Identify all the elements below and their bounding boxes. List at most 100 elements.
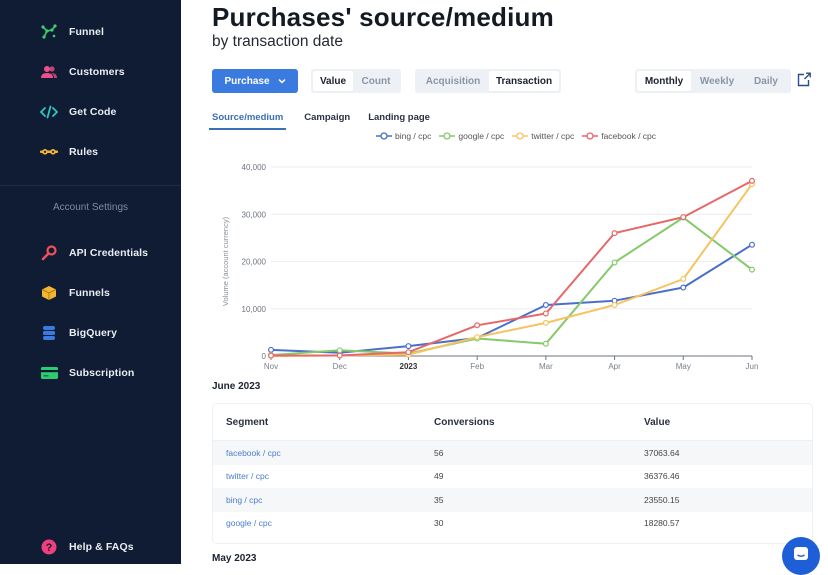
x-tick-label: Mar: [539, 362, 553, 371]
segment-link[interactable]: facebook / cpc: [213, 448, 434, 458]
data-point: [542, 319, 549, 326]
data-point: [611, 259, 618, 266]
x-tick-label: May: [676, 362, 691, 371]
data-point: [474, 334, 481, 341]
code-icon: [38, 102, 60, 122]
sidebar-item-customers[interactable]: Customers: [38, 60, 125, 84]
data-point: [611, 301, 618, 308]
data-point: [405, 349, 412, 356]
series-line-bing: [270, 243, 753, 354]
legend-item[interactable]: facebook / cpc: [582, 131, 656, 141]
date-type-toggle: Acquisition Transaction: [415, 69, 561, 93]
data-point: [336, 352, 343, 359]
segment-link[interactable]: bing / cpc: [213, 495, 434, 505]
sidebar-item-help[interactable]: ? Help & FAQs: [38, 535, 134, 559]
rules-icon: [38, 142, 60, 162]
sidebar-item-api-credentials[interactable]: API Credentials: [38, 241, 148, 265]
box-icon: [38, 283, 60, 303]
data-point: [542, 340, 549, 347]
external-link-icon[interactable]: [797, 72, 813, 88]
segments-table: Segment Conversions Value facebook / cpc…: [212, 403, 813, 544]
series-line-twitter: [270, 183, 753, 357]
svg-text:?: ?: [46, 542, 53, 554]
y-tick-label: 30,000: [242, 210, 267, 219]
tab-campaign[interactable]: Campaign: [304, 112, 350, 130]
table-row: twitter / cpc 49 36376.46: [213, 465, 812, 489]
header-segment: Segment: [226, 416, 269, 428]
header-conversions: Conversions: [434, 416, 495, 428]
conversions-cell: 30: [434, 518, 444, 529]
legend-label: bing / cpc: [395, 131, 432, 141]
period-option-daily[interactable]: Daily: [743, 71, 789, 91]
chart-legend: bing / cpc google / cpc twitter / cpc faceb…: [376, 131, 656, 141]
event-dropdown-label: Purchase: [224, 75, 270, 87]
value-cell: 18280.57: [644, 518, 680, 529]
data-point: [748, 177, 755, 184]
y-tick-label: 40,000: [242, 163, 267, 172]
segment-link[interactable]: google / cpc: [213, 518, 434, 528]
period-option-weekly[interactable]: Weekly: [691, 71, 743, 91]
table-header: Segment Conversions Value: [213, 404, 812, 441]
data-point: [474, 322, 481, 329]
legend-label: google / cpc: [458, 131, 505, 141]
table-body: facebook / cpc 56 37063.64 twitter / cpc…: [213, 441, 812, 535]
x-tick-label: Apr: [608, 362, 621, 371]
sidebar-item-funnel[interactable]: Funnel: [38, 20, 104, 44]
table-row: bing / cpc 35 23550.15: [213, 488, 812, 512]
x-tick-label: Dec: [333, 362, 347, 371]
sidebar-item-label: Customers: [69, 66, 125, 78]
metric-toggle: Value Count: [311, 69, 401, 93]
sidebar-item-get-code[interactable]: Get Code: [38, 100, 116, 124]
sidebar-item-rules[interactable]: Rules: [38, 140, 98, 164]
page-title: Purchases' source/medium: [212, 2, 554, 32]
next-section-title: May 2023: [212, 553, 257, 564]
chat-widget-button[interactable]: [782, 537, 820, 575]
sidebar-item-label: Subscription: [69, 367, 135, 379]
y-axis-label: Volume (account currency): [221, 216, 230, 306]
sidebar-item-bigquery[interactable]: BigQuery: [38, 321, 117, 345]
table-row: google / cpc 30 18280.57: [213, 512, 812, 536]
legend-item[interactable]: bing / cpc: [376, 131, 431, 141]
sidebar-item-label: Funnels: [69, 287, 110, 299]
conversions-cell: 35: [434, 494, 444, 505]
value-cell: 37063.64: [644, 447, 680, 458]
segment-link[interactable]: twitter / cpc: [213, 471, 434, 481]
data-point: [680, 214, 687, 221]
value-cell: 36376.46: [644, 471, 680, 482]
page-subtitle: by transaction date: [212, 33, 343, 50]
sidebar-item-label: Rules: [69, 146, 99, 158]
sidebar-divider: [0, 185, 181, 186]
date-option-transaction[interactable]: Transaction: [489, 71, 559, 91]
data-point: [611, 230, 618, 237]
x-tick-label: Jun: [746, 362, 759, 371]
conversions-cell: 56: [434, 447, 444, 458]
legend-label: twitter / cpc: [531, 131, 575, 141]
legend-label: facebook / cpc: [601, 131, 657, 141]
y-tick-label: 0: [262, 352, 267, 361]
data-point: [680, 284, 687, 291]
tab-source-medium[interactable]: Source/medium: [209, 112, 287, 130]
sidebar-item-subscription[interactable]: Subscription: [38, 361, 134, 385]
line-chart: 0 10,000 20,000 30,000 40,000 Nov Dec 2023 Feb Ma…: [221, 163, 759, 371]
funnel-nodes-icon: [38, 22, 60, 42]
main-content: Purchases' source/medium by transaction …: [181, 0, 828, 575]
tab-landing-page[interactable]: Landing page: [368, 112, 430, 130]
credit-card-icon: [38, 363, 60, 383]
x-tick-label: Feb: [470, 362, 484, 371]
legend-item[interactable]: twitter / cpc: [512, 131, 574, 141]
data-point: [680, 275, 687, 282]
sidebar-item-label: Get Code: [69, 106, 117, 118]
value-cell: 23550.15: [644, 494, 680, 505]
data-point: [542, 310, 549, 317]
key-icon: [38, 243, 60, 263]
period-option-monthly[interactable]: Monthly: [637, 71, 691, 91]
conversions-cell: 49: [434, 471, 444, 482]
metric-option-count[interactable]: Count: [353, 71, 399, 91]
metric-option-value[interactable]: Value: [313, 71, 353, 91]
date-option-acquisition[interactable]: Acquisition: [417, 71, 489, 91]
sidebar-item-funnels[interactable]: Funnels: [38, 281, 110, 305]
database-icon: [38, 323, 60, 343]
legend-item[interactable]: google / cpc: [439, 131, 504, 141]
event-dropdown-button[interactable]: Purchase: [212, 69, 298, 93]
data-point: [267, 346, 274, 353]
